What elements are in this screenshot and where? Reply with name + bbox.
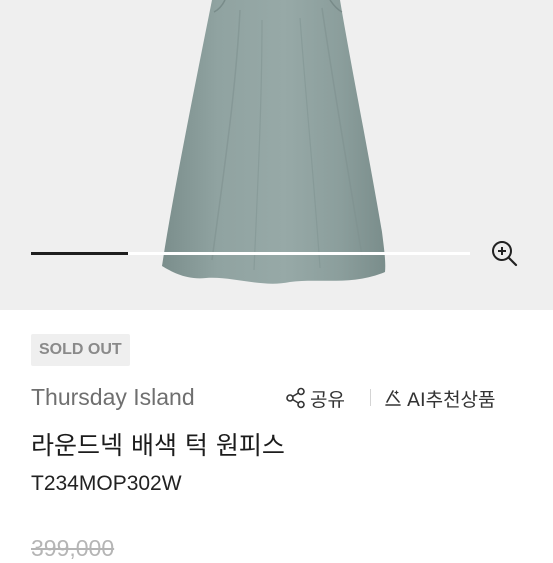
sold-out-badge: SOLD OUT (31, 334, 130, 366)
product-image-gallery[interactable] (0, 0, 553, 310)
gallery-progress-fill (31, 252, 128, 255)
brand-link[interactable]: Thursday Island (31, 382, 195, 412)
share-icon (286, 387, 305, 409)
ai-recommend-label: AI추천상품 (407, 388, 496, 411)
share-button[interactable]: 공유 (285, 383, 345, 413)
share-label: 공유 (310, 388, 345, 411)
action-divider (370, 389, 371, 406)
product-title: 라운드넥 배색 턱 원피스 (31, 431, 285, 460)
ai-recommend-button[interactable]: AI추천상품 (383, 383, 496, 413)
zoom-in-icon[interactable] (489, 238, 521, 270)
gallery-progress-bar (31, 252, 470, 255)
original-price: 399,000 (31, 535, 115, 561)
product-image (162, 0, 386, 284)
product-code: T234MOP302W (31, 472, 182, 495)
ai-recommend-icon (385, 390, 401, 406)
